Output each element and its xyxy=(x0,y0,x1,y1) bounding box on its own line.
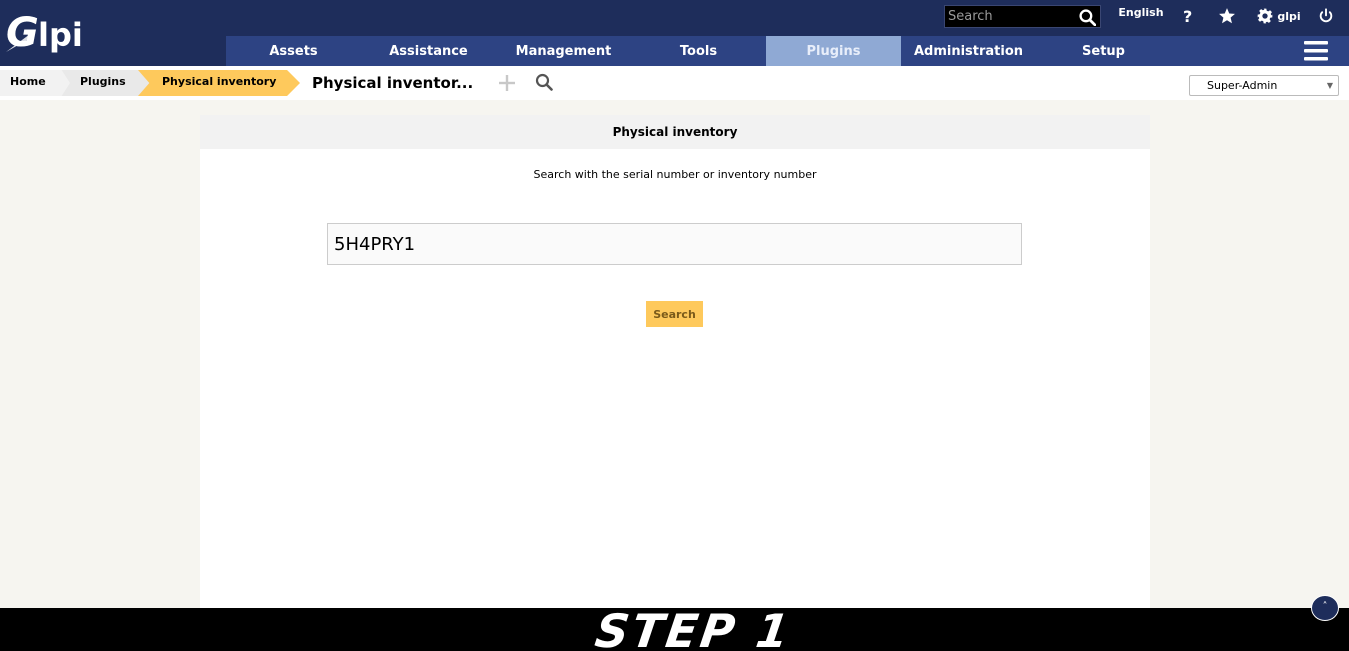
help-icon: ? xyxy=(1183,8,1192,24)
user-preferences[interactable]: glpi xyxy=(1254,0,1304,32)
menu-setup[interactable]: Setup xyxy=(1036,36,1171,66)
breadcrumb-home[interactable]: Home xyxy=(0,70,70,96)
profile-selected-value: Super-Admin xyxy=(1207,79,1278,92)
search-icon[interactable] xyxy=(535,73,553,91)
svg-text:G: G xyxy=(6,10,39,56)
menu-management[interactable]: Management xyxy=(496,36,631,66)
svg-text:lpi: lpi xyxy=(38,16,83,54)
profile-select[interactable]: Super-Admin ▼ xyxy=(1189,75,1339,96)
menu-assets[interactable]: Assets xyxy=(226,36,361,66)
step-label: STEP 1 xyxy=(591,604,796,651)
power-icon xyxy=(1319,8,1333,23)
search-button[interactable]: Search xyxy=(646,301,703,327)
main-menu: Assets Assistance Management Tools Plugi… xyxy=(226,36,1171,66)
menu-tools[interactable]: Tools xyxy=(631,36,766,66)
menu-plugins[interactable]: Plugins xyxy=(766,36,901,66)
menu-administration[interactable]: Administration xyxy=(901,36,1036,66)
logout-button[interactable] xyxy=(1314,0,1338,32)
star-icon xyxy=(1219,8,1235,24)
plus-icon[interactable] xyxy=(498,74,516,92)
chevron-up-icon: ˄ xyxy=(1322,601,1328,612)
form-instruction: Search with the serial number or invento… xyxy=(533,168,817,181)
help-button[interactable]: ? xyxy=(1177,0,1201,32)
gear-icon xyxy=(1258,8,1273,24)
menu-assistance[interactable]: Assistance xyxy=(361,36,496,66)
step-banner: STEP 1 xyxy=(0,604,1349,651)
breadcrumb-physical-inventory[interactable]: Physical inventory xyxy=(138,70,300,96)
page-title[interactable]: Physical inventor... xyxy=(312,74,473,92)
global-search xyxy=(944,5,1101,28)
svg-text:?: ? xyxy=(1183,8,1192,24)
physical-inventory-form: Physical inventory Search with the seria… xyxy=(200,115,1150,608)
language-selector[interactable]: English xyxy=(1112,0,1170,28)
top-bar: G lpi English ? glpi Assets xyxy=(0,0,1349,66)
chevron-down-icon: ▼ xyxy=(1326,81,1333,90)
breadcrumb: Plugins Home Physical inventory Physical… xyxy=(0,66,1349,100)
glpi-logo[interactable]: G lpi xyxy=(4,6,100,58)
username: glpi xyxy=(1277,9,1301,23)
search-icon[interactable] xyxy=(1079,9,1096,26)
serial-number-input[interactable] xyxy=(327,223,1022,265)
favorites-button[interactable] xyxy=(1214,0,1240,32)
global-search-input[interactable] xyxy=(945,6,1075,27)
hamburger-icon[interactable] xyxy=(1304,40,1328,62)
back-to-top-button[interactable]: ˄ xyxy=(1311,595,1339,621)
form-title: Physical inventory xyxy=(200,115,1150,149)
